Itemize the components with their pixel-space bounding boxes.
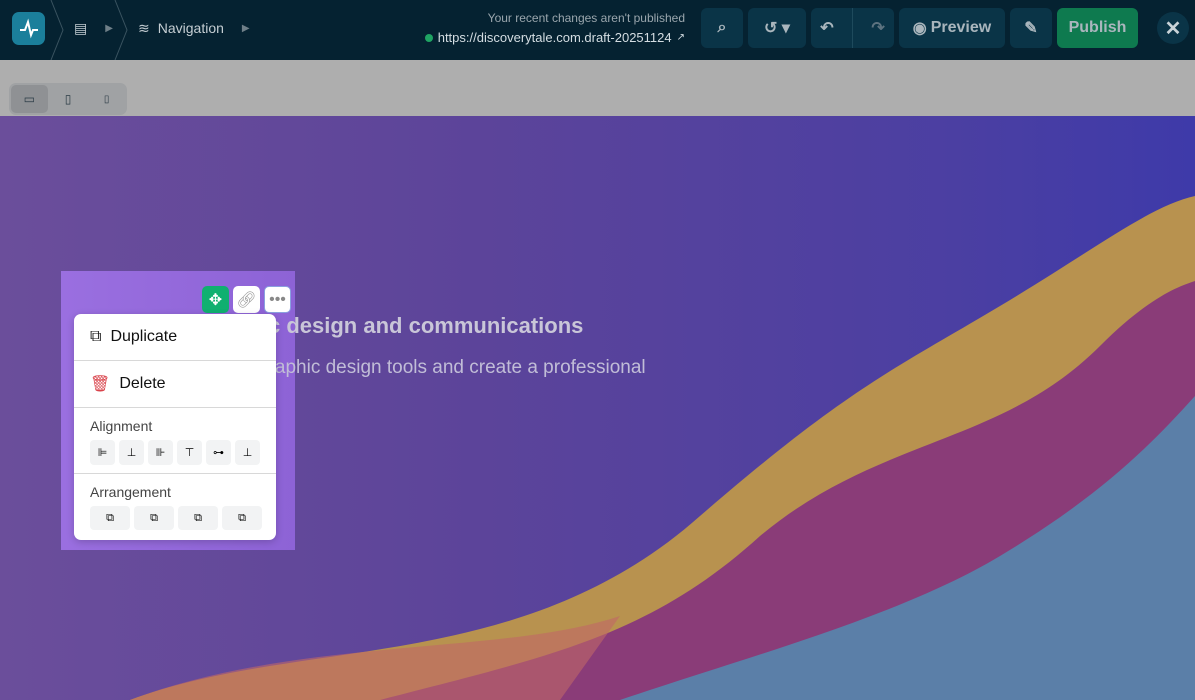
align-middle-button[interactable]: ⊶ <box>206 440 231 465</box>
publish-status: Your recent changes aren't published htt… <box>424 11 685 45</box>
arrangement-label: Arrangement <box>90 484 171 500</box>
tablet-icon: ▯ <box>64 92 72 106</box>
tablet-view-button[interactable]: ▯ <box>50 85 87 113</box>
align-top-icon: ⊤ <box>184 447 195 459</box>
site-url-link[interactable]: https://discoverytale.com.draft-20251124 <box>438 30 672 45</box>
publish-label: Publish <box>1068 19 1127 36</box>
mobile-icon: ▯ <box>103 93 110 105</box>
design-tools-button[interactable]: ✎ <box>1010 8 1052 48</box>
status-text: Your recent changes aren't published <box>487 11 685 25</box>
link-button[interactable]: 🔗︎ <box>233 286 260 313</box>
mobile-view-button[interactable]: ▯ <box>88 85 125 113</box>
align-bottom-button[interactable]: ⊥ <box>235 440 260 465</box>
bring-to-front-button[interactable]: ⧉ <box>178 506 218 530</box>
send-to-back-button[interactable]: ⧉ <box>222 506 262 530</box>
bring-forward-icon: ⧉ <box>106 511 114 524</box>
list-icon: ▤ <box>74 19 88 36</box>
bring-to-front-icon: ⧉ <box>194 511 202 524</box>
context-menu: ⧉ Duplicate 🗑︎ Delete Alignment ⊫ ⊥ ⊪ ⊤ ⊶ … <box>74 314 276 540</box>
duplicate-icon: ⧉ <box>90 328 102 345</box>
send-to-back-icon: ⧉ <box>238 511 246 524</box>
align-right-button[interactable]: ⊪ <box>148 440 173 465</box>
duplicate-label: Duplicate <box>110 328 178 345</box>
more-options-button[interactable]: ••• <box>264 286 291 313</box>
top-bar: ▤ ▶ ≋ Navigation ▶ Your recent changes aren… <box>0 0 1195 60</box>
undo-icon[interactable]: ↶ <box>820 18 833 38</box>
page-search-button[interactable]: ⌕ <box>701 8 743 48</box>
align-bottom-icon: ⊥ <box>242 447 253 459</box>
move-icon: ✥ <box>208 291 223 309</box>
desktop-view-button[interactable]: ▭ <box>11 85 48 113</box>
hero-headline: c design and communications <box>268 313 584 338</box>
hero-subtext: graphic design tools and create a profes… <box>258 354 646 410</box>
device-switcher: ▭ ▯ ▯ <box>9 83 127 115</box>
breadcrumb-separator <box>114 0 128 60</box>
history-button[interactable]: ↺ ▾ <box>748 8 806 48</box>
more-icon: ••• <box>269 290 286 308</box>
preview-label: Preview <box>930 19 992 36</box>
external-link-icon[interactable]: ↗ <box>677 32 685 43</box>
delete-menu-item[interactable]: 🗑︎ Delete <box>74 361 276 408</box>
preview-button[interactable]: ◉ Preview <box>899 8 1005 48</box>
breadcrumb-label: Navigation <box>157 20 224 36</box>
align-center-icon: ⊥ <box>126 447 137 459</box>
close-icon: ✕ <box>1164 17 1182 40</box>
redo-icon[interactable]: ↷ <box>871 18 884 38</box>
layers-icon: ≋ <box>138 19 150 36</box>
delete-label: Delete <box>119 375 166 392</box>
desktop-icon: ▭ <box>23 92 35 106</box>
move-handle[interactable]: ✥ <box>202 286 229 313</box>
app-logo[interactable] <box>12 12 45 45</box>
send-backward-icon: ⧉ <box>150 511 158 524</box>
subtext-line: graphic design tools and create a profes… <box>258 357 646 378</box>
align-left-icon: ⊫ <box>97 447 108 459</box>
publish-button[interactable]: Publish <box>1057 8 1138 48</box>
breadcrumb-navigation[interactable]: ≋ Navigation ▶ <box>138 0 250 56</box>
breadcrumb-pages[interactable]: ▤ ▶ <box>74 0 113 56</box>
trash-icon: 🗑︎ <box>90 376 111 393</box>
undo-redo-group: ↶ ↷ <box>811 8 894 48</box>
alignment-label: Alignment <box>90 418 153 434</box>
pulse-icon <box>19 18 38 38</box>
link-icon: 🔗︎ <box>236 291 257 309</box>
breadcrumb-separator <box>50 0 64 60</box>
canvas-toolbar <box>0 60 1195 116</box>
close-button[interactable]: ✕ <box>1157 12 1189 44</box>
live-dot <box>424 33 433 42</box>
caret-right-icon: ▶ <box>105 22 113 34</box>
eye-icon: ◉ <box>912 20 927 37</box>
duplicate-menu-item[interactable]: ⧉ Duplicate <box>74 314 276 361</box>
align-middle-icon: ⊶ <box>213 447 224 459</box>
align-left-button[interactable]: ⊫ <box>90 440 115 465</box>
align-center-button[interactable]: ⊥ <box>119 440 144 465</box>
bring-forward-button[interactable]: ⧉ <box>90 506 130 530</box>
pencil-ruler-icon: ✎ <box>1024 20 1038 37</box>
subtext-line: o <box>258 382 646 410</box>
history-icon: ↺ ▾ <box>764 20 790 37</box>
caret-right-icon: ▶ <box>241 22 250 34</box>
map-search-icon: ⌕ <box>717 19 727 36</box>
send-backward-button[interactable]: ⧉ <box>134 506 174 530</box>
align-top-button[interactable]: ⊤ <box>177 440 202 465</box>
align-right-icon: ⊪ <box>155 447 166 459</box>
